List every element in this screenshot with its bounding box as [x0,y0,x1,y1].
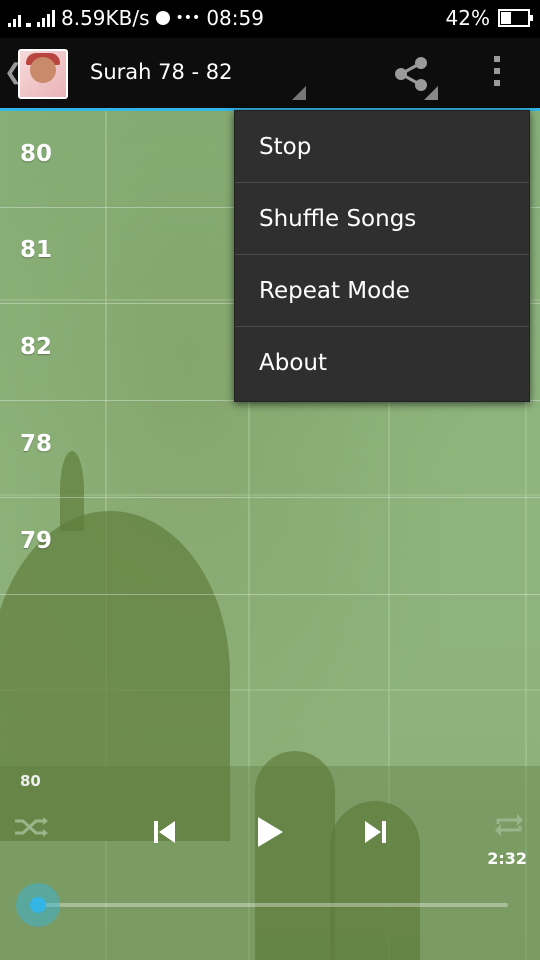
share-dropdown-indicator-icon [424,86,438,100]
list-item-label: 82 [20,334,53,360]
clock: 08:59 [206,6,264,30]
page-title[interactable]: Surah 78 - 82 [90,60,233,84]
app-icon[interactable] [18,49,68,99]
menu-item-repeat-mode[interactable]: Repeat Mode [235,255,529,327]
list-item-label: 78 [20,431,53,457]
media-icon [155,11,170,25]
now-playing-label: 80 [20,772,41,790]
list-item[interactable]: 78 [0,401,540,498]
overflow-menu-icon[interactable] [490,56,504,92]
play-icon[interactable] [256,816,284,848]
cell-signal-icon [37,9,55,27]
overflow-menu: Stop Shuffle Songs Repeat Mode About [234,110,530,402]
shuffle-icon[interactable] [14,816,48,838]
wifi-signal-icon [8,9,31,27]
menu-item-stop[interactable]: Stop [235,111,529,183]
list-item-label: 79 [20,528,53,554]
action-bar: ❮ Surah 78 - 82 [0,38,540,111]
title-dropdown-indicator-icon [292,86,306,100]
net-speed: 8.59KB/s [61,6,150,30]
elapsed-time: 2:32 [487,849,527,868]
seek-bar-track[interactable] [40,903,508,907]
list-item-label: 81 [20,237,53,263]
battery-percent: 42% [445,6,490,30]
player-panel: 80 2:32 [0,766,540,960]
menu-item-shuffle-songs[interactable]: Shuffle Songs [235,183,529,255]
status-bar: 8.59KB/s ••• 08:59 42% [0,0,540,38]
list-item[interactable]: 79 [0,498,540,595]
battery-icon [498,9,533,27]
more-notifications: ••• [175,10,201,26]
menu-item-about[interactable]: About [235,327,529,399]
next-track-icon[interactable] [363,820,387,844]
previous-track-icon[interactable] [153,820,177,844]
list-item-label: 80 [20,141,53,167]
seek-bar-thumb[interactable] [16,883,60,927]
repeat-icon[interactable] [494,812,524,838]
